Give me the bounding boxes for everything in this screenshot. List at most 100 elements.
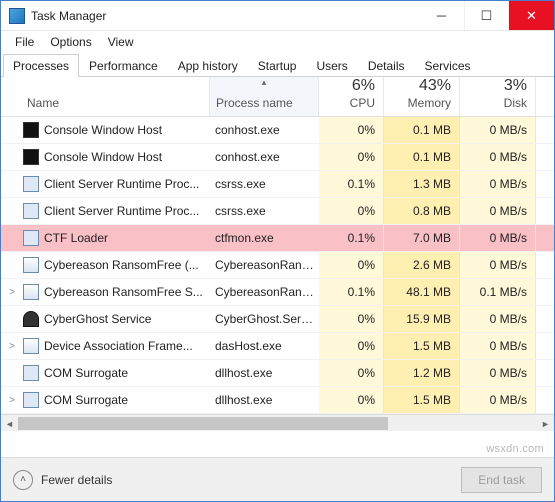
process-list: Console Window Hostconhost.exe0%0.1 MB0 … <box>1 117 554 414</box>
tab-startup[interactable]: Startup <box>248 54 307 77</box>
process-name-cell: Cybereason RansomFree (... <box>23 257 209 273</box>
scroll-right-icon[interactable]: ► <box>537 415 554 432</box>
disk-value: 0 MB/s <box>460 306 536 332</box>
memory-value: 0.8 MB <box>384 198 460 224</box>
scroll-thumb[interactable] <box>18 417 388 430</box>
menu-options[interactable]: Options <box>42 32 99 52</box>
memory-value: 48.1 MB <box>384 279 460 305</box>
header-name[interactable]: Name <box>23 96 209 116</box>
expand-toggle[interactable]: > <box>1 395 23 406</box>
process-icon <box>23 365 39 381</box>
process-name-cell: Console Window Host <box>23 149 209 165</box>
table-row[interactable]: Client Server Runtime Proc...csrss.exe0.… <box>1 171 554 198</box>
process-name-cell: Cybereason RansomFree S... <box>23 284 209 300</box>
minimize-button[interactable]: ─ <box>419 1 464 30</box>
process-exe: ctfmon.exe <box>209 231 319 245</box>
header-process-name[interactable]: ▴ Process name <box>209 77 319 116</box>
process-name-cell: Console Window Host <box>23 122 209 138</box>
sort-indicator-icon: ▴ <box>262 77 267 88</box>
expand-toggle[interactable]: > <box>1 341 23 352</box>
process-icon <box>23 257 39 273</box>
table-row[interactable]: CTF Loaderctfmon.exe0.1%7.0 MB0 MB/s <box>1 225 554 252</box>
table-row[interactable]: >Cybereason RansomFree S...CybereasonRan… <box>1 279 554 306</box>
cpu-value: 0% <box>319 333 384 359</box>
chevron-up-icon: ˄ <box>13 470 33 490</box>
tab-details[interactable]: Details <box>358 54 415 77</box>
cpu-value: 0.1% <box>319 171 384 197</box>
expand-toggle[interactable]: > <box>1 287 23 298</box>
cpu-value: 0% <box>319 198 384 224</box>
cpu-value: 0% <box>319 252 384 278</box>
process-exe: csrss.exe <box>209 204 319 218</box>
process-name-cell: Client Server Runtime Proc... <box>23 203 209 219</box>
process-exe: dasHost.exe <box>209 339 319 353</box>
process-label: COM Surrogate <box>44 393 128 407</box>
process-label: CTF Loader <box>44 231 108 245</box>
window-controls: ─ ☐ ✕ <box>419 1 554 30</box>
disk-value: 0 MB/s <box>460 198 536 224</box>
end-task-button[interactable]: End task <box>461 467 542 493</box>
process-exe: dllhost.exe <box>209 393 319 407</box>
memory-value: 7.0 MB <box>384 225 460 251</box>
titlebar[interactable]: Task Manager ─ ☐ ✕ <box>1 1 554 31</box>
table-row[interactable]: CyberGhost ServiceCyberGhost.Servi...0%1… <box>1 306 554 333</box>
menu-view[interactable]: View <box>100 32 142 52</box>
table-row[interactable]: COM Surrogatedllhost.exe0%1.2 MB0 MB/s <box>1 360 554 387</box>
process-icon <box>23 338 39 354</box>
disk-value: 0 MB/s <box>460 360 536 386</box>
tab-services[interactable]: Services <box>415 54 481 77</box>
process-icon <box>23 122 39 138</box>
process-label: CyberGhost Service <box>44 312 151 326</box>
table-row[interactable]: Console Window Hostconhost.exe0%0.1 MB0 … <box>1 144 554 171</box>
close-button[interactable]: ✕ <box>509 1 554 30</box>
app-icon <box>9 8 25 24</box>
process-label: Client Server Runtime Proc... <box>44 177 199 191</box>
maximize-button[interactable]: ☐ <box>464 1 509 30</box>
process-icon <box>23 311 39 327</box>
watermark: wsxdn.com <box>486 443 544 455</box>
process-label: Console Window Host <box>44 150 162 164</box>
cpu-value: 0% <box>319 387 384 413</box>
table-row[interactable]: >COM Surrogatedllhost.exe0%1.5 MB0 MB/s <box>1 387 554 414</box>
process-label: Cybereason RansomFree (... <box>44 258 199 272</box>
table-row[interactable]: >Device Association Frame...dasHost.exe0… <box>1 333 554 360</box>
fewer-details-button[interactable]: ˄ Fewer details <box>13 470 112 490</box>
process-icon <box>23 176 39 192</box>
disk-value: 0 MB/s <box>460 387 536 413</box>
menubar: File Options View <box>1 31 554 53</box>
header-cpu[interactable]: 6% CPU <box>319 77 384 116</box>
header-memory[interactable]: 43% Memory <box>384 77 460 116</box>
footer: ˄ Fewer details End task <box>1 457 554 501</box>
tab-processes[interactable]: Processes <box>3 54 79 77</box>
table-row[interactable]: Console Window Hostconhost.exe0%0.1 MB0 … <box>1 117 554 144</box>
column-headers: Name ▴ Process name 6% CPU 43% Memory 3%… <box>1 77 554 117</box>
memory-value: 1.5 MB <box>384 333 460 359</box>
memory-value: 1.2 MB <box>384 360 460 386</box>
disk-value: 0 MB/s <box>460 225 536 251</box>
scroll-left-icon[interactable]: ◄ <box>1 415 18 432</box>
tabbar: Processes Performance App history Startu… <box>1 53 554 77</box>
window-title: Task Manager <box>31 9 106 23</box>
process-exe: conhost.exe <box>209 150 319 164</box>
cpu-value: 0.1% <box>319 279 384 305</box>
process-label: Client Server Runtime Proc... <box>44 204 199 218</box>
process-exe: conhost.exe <box>209 123 319 137</box>
tab-performance[interactable]: Performance <box>79 54 168 77</box>
cpu-value: 0% <box>319 144 384 170</box>
horizontal-scrollbar[interactable]: ◄ ► <box>1 414 554 431</box>
process-name-cell: Client Server Runtime Proc... <box>23 176 209 192</box>
disk-value: 0 MB/s <box>460 171 536 197</box>
tab-users[interactable]: Users <box>306 54 357 77</box>
header-disk[interactable]: 3% Disk <box>460 77 536 116</box>
table-row[interactable]: Cybereason RansomFree (... CybereasonRans… <box>1 252 554 279</box>
table-row[interactable]: Client Server Runtime Proc... csrss.exe0%… <box>1 198 554 225</box>
process-name-cell: CTF Loader <box>23 230 209 246</box>
disk-value: 0 MB/s <box>460 144 536 170</box>
process-label: COM Surrogate <box>44 366 128 380</box>
disk-value: 0 MB/s <box>460 117 536 143</box>
tab-app-history[interactable]: App history <box>168 54 248 77</box>
process-exe: CybereasonRanso... <box>209 258 319 272</box>
process-name-cell: Device Association Frame... <box>23 338 209 354</box>
process-exe: dllhost.exe <box>209 366 319 380</box>
menu-file[interactable]: File <box>7 32 42 52</box>
